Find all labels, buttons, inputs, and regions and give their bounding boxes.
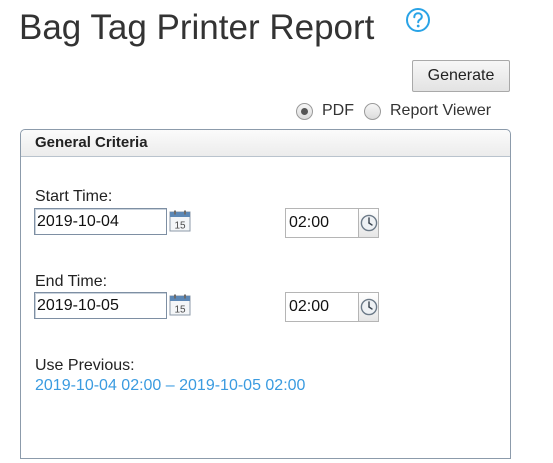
calendar-icon-text: 15 (174, 305, 186, 316)
calendar-icon-text: 15 (174, 221, 186, 232)
start-time-input[interactable] (285, 208, 358, 238)
start-time-picker-button[interactable] (358, 208, 379, 238)
radio-pdf-label[interactable]: PDF (322, 102, 354, 120)
end-time-input[interactable] (285, 292, 358, 322)
output-format-group: PDF Report Viewer (296, 99, 501, 123)
end-date-input[interactable] (34, 292, 167, 319)
radio-report-viewer-label[interactable]: Report Viewer (390, 102, 491, 120)
clock-icon (360, 214, 377, 232)
panel-title: General Criteria (21, 130, 510, 157)
generate-button[interactable]: Generate (412, 60, 510, 92)
start-time-label: Start Time: (35, 188, 113, 205)
general-criteria-panel: General Criteria Start Time: 15 End Time… (20, 129, 511, 459)
radio-pdf[interactable] (296, 102, 313, 120)
calendar-icon[interactable]: 15 (169, 294, 191, 316)
use-previous-link[interactable]: 2019-10-04 02:00 – 2019-10-05 02:00 (35, 377, 305, 395)
page-title: Bag Tag Printer Report (19, 8, 375, 47)
end-time-picker-button[interactable] (358, 292, 379, 322)
start-date-input[interactable] (34, 208, 167, 235)
clock-icon (360, 298, 377, 316)
calendar-icon[interactable]: 15 (169, 210, 191, 232)
question-circle-icon[interactable] (405, 7, 431, 33)
use-previous-label: Use Previous: (35, 357, 135, 374)
end-time-label: End Time: (35, 273, 108, 290)
radio-report-viewer[interactable] (364, 102, 381, 120)
